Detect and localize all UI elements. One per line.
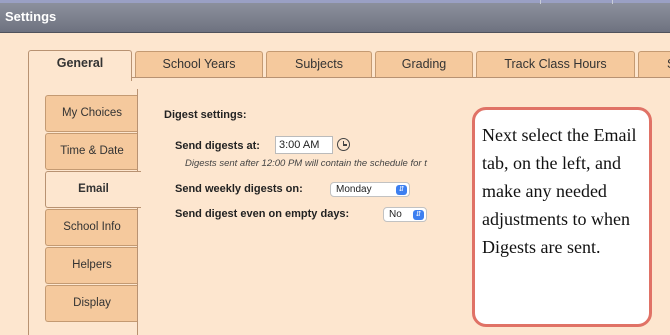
tab-subjects[interactable]: Subjects [266,51,372,77]
sidebar-item-school-info[interactable]: School Info [45,209,138,246]
empty-days-select[interactable]: No ⇵ [383,207,427,222]
chevron-updown-icon: ⇵ [413,209,424,220]
sidebar-item-time-date[interactable]: Time & Date [45,133,138,170]
chevron-updown-icon: ⇵ [396,184,407,195]
instruction-callout: Next select the Email tab, on the left, … [472,107,652,327]
tab-grading[interactable]: Grading [375,51,473,77]
tab-overflow[interactable]: S [638,51,670,77]
weekly-digest-label: Send weekly digests on: [175,183,303,195]
weekly-digest-select[interactable]: Monday ⇵ [330,182,410,197]
title-bar-divider [540,0,541,4]
title-bar-divider [612,0,613,4]
tab-general[interactable]: General [28,50,132,81]
title-bar-accent [0,0,670,3]
sidebar-item-helpers[interactable]: Helpers [45,247,138,284]
clock-icon[interactable] [337,138,350,151]
sidebar-item-my-choices[interactable]: My Choices [45,95,138,132]
digest-section-title: Digest settings: [164,109,247,121]
send-digest-time-field[interactable]: 3:00 AM [275,136,333,154]
send-digest-time-label: Send digests at: [175,140,260,152]
digest-time-note: Digests sent after 12:00 PM will contain… [185,158,427,169]
tab-track-class-hours[interactable]: Track Class Hours [476,51,635,77]
top-tab-bar: General School Years Subjects Grading Tr… [0,34,670,81]
window-title: Settings [5,9,57,24]
title-bar: Settings [0,0,670,33]
weekly-digest-value: Monday [336,184,372,195]
sidebar-item-email[interactable]: Email [45,171,141,208]
sidebar-item-display[interactable]: Display [45,285,138,322]
tab-school-years[interactable]: School Years [135,51,263,77]
empty-days-value: No [389,209,402,220]
empty-days-label: Send digest even on empty days: [175,208,350,220]
